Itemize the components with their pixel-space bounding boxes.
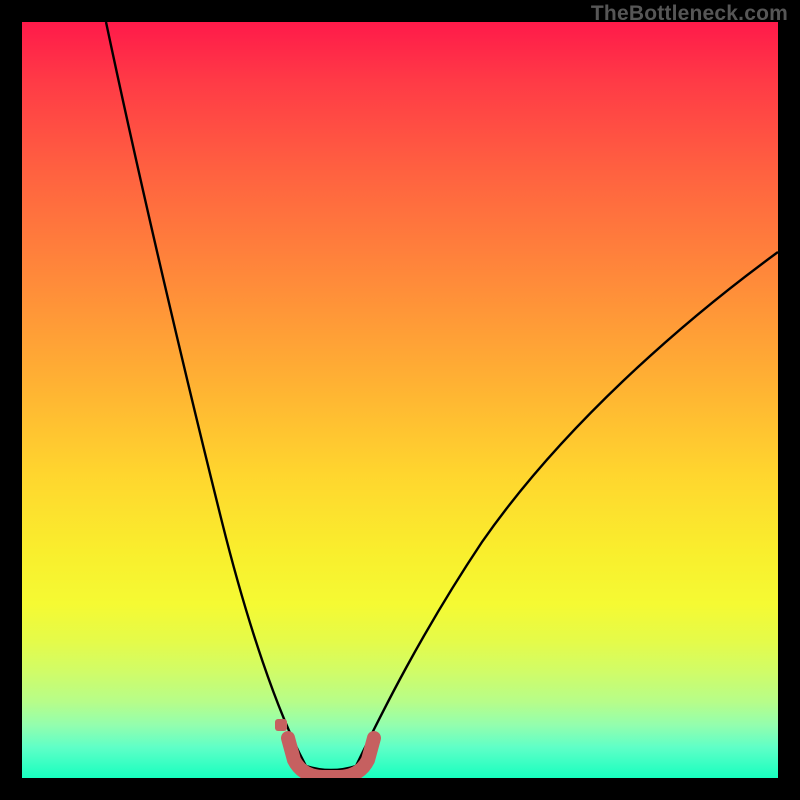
chart-plot-area: [22, 22, 778, 778]
right-curve: [356, 252, 778, 766]
watermark-text: TheBottleneck.com: [591, 2, 788, 26]
left-curve: [106, 22, 306, 766]
marker-dot: [275, 719, 287, 731]
chart-svg: [22, 22, 778, 778]
